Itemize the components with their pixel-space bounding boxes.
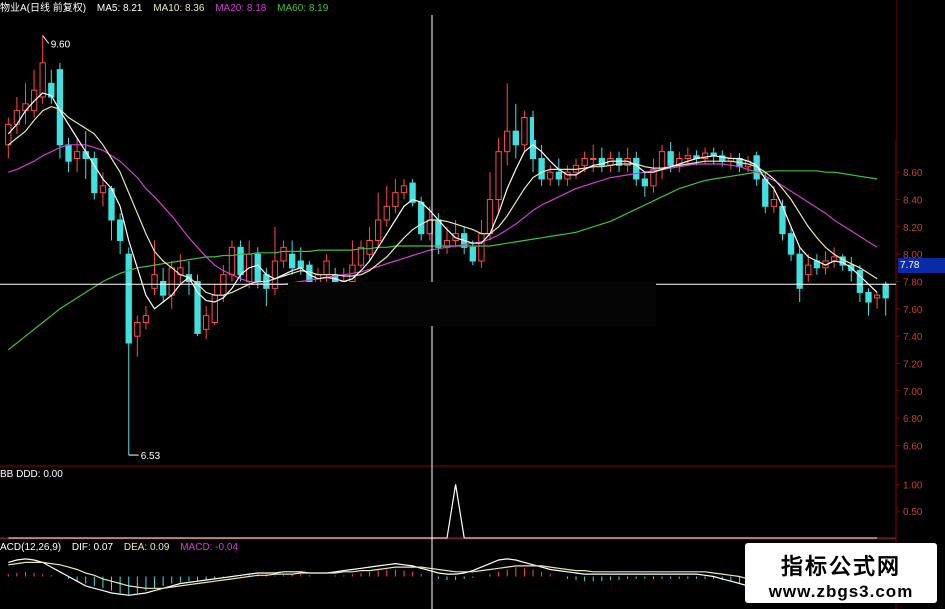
bb-tick-label: 0.50 [903, 507, 923, 518]
candle-up [392, 192, 399, 207]
stock-chart-window: 8.60 8.40 8.20 8.00 7.80 7.60 7.40 7.20 7.00 6.80… [0, 0, 945, 609]
candle-up [684, 155, 692, 159]
candle-down [512, 130, 519, 146]
candle-up [504, 130, 511, 153]
candle-down [237, 246, 244, 276]
candle-down [641, 178, 649, 187]
candle-up [22, 103, 29, 112]
candle-up [73, 151, 81, 160]
y-tick-label: 7.40 [903, 332, 923, 343]
y-tick-label: 8.60 [903, 168, 923, 179]
bb-ddd-line [8, 484, 878, 539]
candle-up [495, 151, 502, 201]
candle-up [202, 315, 210, 330]
ma10-legend: MA10: 8.36 [153, 3, 205, 14]
candle-up [581, 158, 588, 166]
candle-down [65, 144, 72, 162]
candle-up [547, 171, 554, 180]
candle-up [478, 233, 485, 262]
y-tick-label: 7.60 [903, 305, 923, 316]
candle-down [159, 281, 167, 296]
candle-up [99, 185, 107, 194]
y-tick-label: 6.80 [903, 414, 923, 425]
bb-ddd-panel [0, 484, 896, 539]
candle-up [211, 294, 218, 323]
candle-up [280, 246, 287, 262]
bb-tick-label: 1.00 [903, 480, 923, 491]
candle-up [142, 315, 150, 323]
candle-up [770, 199, 778, 207]
y-tick-label: 7.80 [903, 278, 923, 289]
candle-down [435, 219, 442, 248]
candle-down [787, 233, 795, 255]
candle-up [521, 117, 528, 146]
ma5-legend: MA5: 8.21 [96, 3, 143, 14]
current-price-tag: 7.78 [898, 258, 945, 273]
low-price-label: 6.53 [141, 451, 161, 462]
main-legend: 物业A(日线 前复权) MA5: 8.21 MA10: 8.36 MA20: 8… [0, 3, 336, 15]
candle-up [375, 219, 382, 241]
bb-ddd-legend: BB DDD: 0.00 [0, 469, 63, 480]
candle-up [220, 274, 227, 296]
candle-down [418, 201, 425, 235]
candle-down [288, 253, 296, 269]
candle-up [151, 274, 158, 289]
y-tick-label: 7.20 [903, 360, 923, 371]
candle-up [400, 185, 408, 194]
candle-up [590, 158, 597, 160]
ma60-legend: MA60: 8.19 [277, 3, 329, 14]
candle-down [91, 158, 98, 194]
candle-up [873, 294, 881, 299]
candle-down [469, 246, 476, 262]
candle-down [865, 291, 872, 303]
candlestick-chart[interactable]: 8.608.408.208.007.807.607.407.207.006.80… [0, 0, 945, 609]
candle-down [116, 219, 124, 241]
redaction-block [288, 282, 656, 326]
candle-down [762, 178, 769, 207]
high-arrow [42, 35, 50, 44]
candle-down [297, 260, 304, 269]
candle-down [555, 171, 562, 180]
candle-down [538, 158, 545, 180]
candle-up [134, 322, 141, 337]
candle-up [805, 264, 812, 276]
macd-legend: ACD(12,26,9) DIF: 0.07 DEA: 0.09 MACD: -… [0, 542, 239, 553]
candle-up [658, 151, 666, 170]
candle-down [796, 253, 803, 289]
y-tick-label: 7.00 [903, 387, 923, 398]
ma20-legend: MA20: 8.18 [215, 3, 267, 14]
y-tick-label: 8.40 [903, 196, 923, 207]
candle-up [383, 205, 390, 221]
candle-up [5, 123, 12, 146]
chart-title: 物业A(日线 前复权) [0, 3, 87, 14]
high-price-label: 9.60 [51, 40, 71, 51]
candle-up [228, 246, 236, 276]
candle-down [633, 158, 640, 180]
candle-up [39, 62, 46, 98]
candle-up [830, 256, 838, 262]
candle-up [323, 260, 330, 276]
candle-down [882, 283, 889, 299]
candle-up [357, 246, 365, 266]
candle-down [667, 151, 674, 166]
watermark-logo: 指标公式网 www.zbgs3.com [745, 543, 937, 603]
candle-up [366, 240, 373, 255]
candle-up [168, 267, 175, 296]
y-tick-label: 6.60 [903, 442, 923, 453]
y-tick-label: 8.20 [903, 223, 923, 234]
candle-down [125, 253, 132, 344]
redaction-block [534, 0, 896, 140]
